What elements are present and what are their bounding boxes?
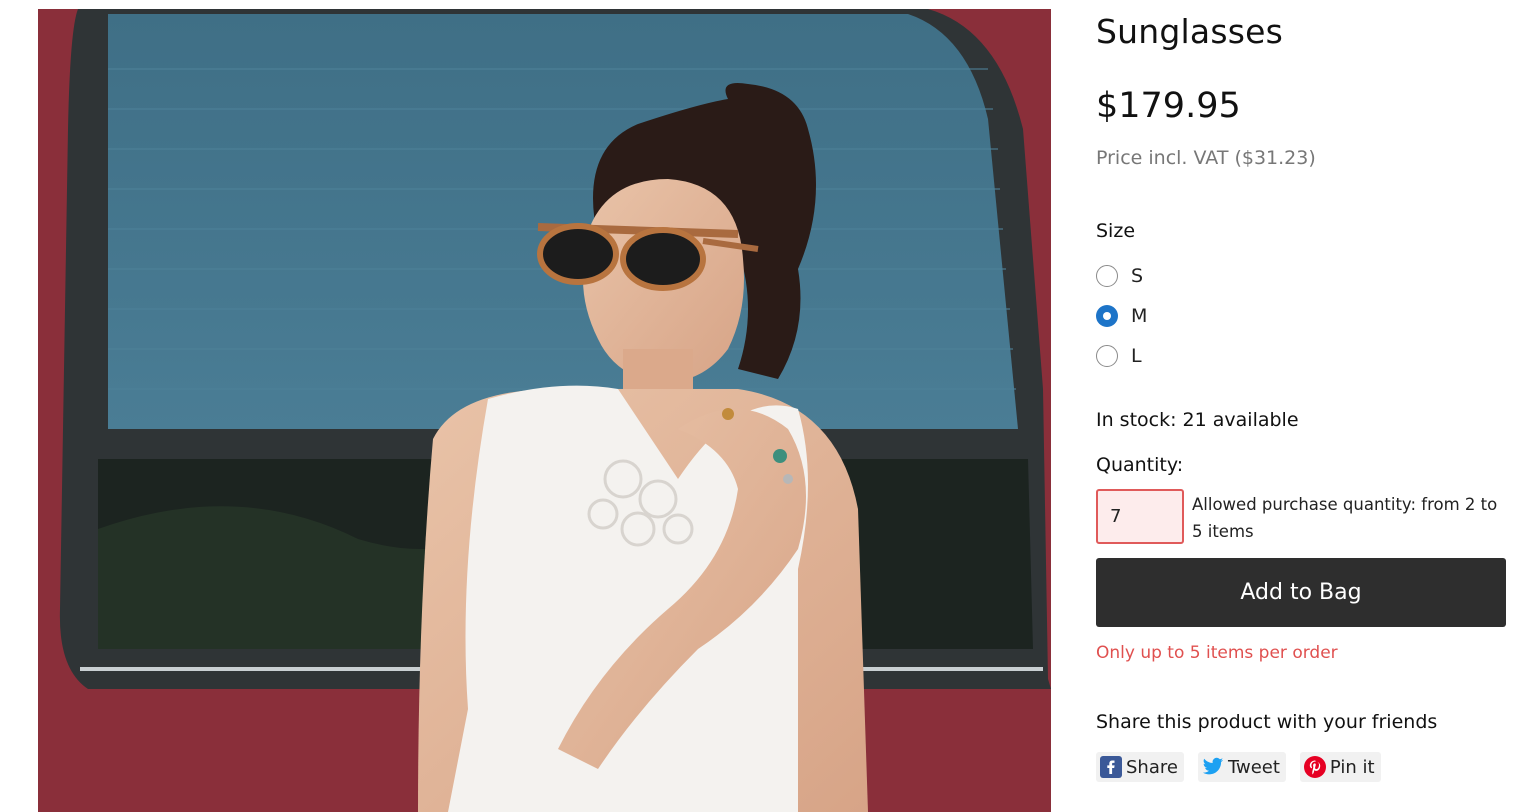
share-twitter-label: Tweet — [1227, 756, 1280, 778]
size-option-s[interactable]: S — [1096, 256, 1147, 296]
twitter-icon — [1202, 756, 1224, 778]
size-option-label: S — [1131, 265, 1144, 287]
size-option-label: L — [1131, 345, 1142, 367]
product-image[interactable] — [38, 9, 1051, 812]
product-photo-illustration — [38, 9, 1051, 812]
product-page: Sunglasses $179.95 Price incl. VAT ($31.… — [0, 0, 1540, 812]
size-radio-m[interactable] — [1096, 305, 1118, 327]
size-radio-l[interactable] — [1096, 345, 1118, 367]
share-pinterest-button[interactable]: Pin it — [1299, 752, 1381, 782]
size-options: S M L — [1096, 256, 1147, 376]
size-option-m[interactable]: M — [1096, 296, 1147, 336]
facebook-icon — [1100, 756, 1122, 778]
product-title: Sunglasses — [1096, 12, 1283, 51]
pinterest-icon — [1303, 756, 1326, 778]
share-pinterest-label: Pin it — [1329, 756, 1375, 778]
vat-note: Price incl. VAT ($31.23) — [1096, 147, 1316, 169]
share-facebook-button[interactable]: Share — [1096, 752, 1184, 782]
size-option-l[interactable]: L — [1096, 336, 1147, 376]
quantity-label: Quantity: — [1096, 454, 1184, 476]
share-twitter-button[interactable]: Tweet — [1197, 752, 1286, 782]
quantity-hint: Allowed purchase quantity: from 2 to 5 i… — [1192, 495, 1498, 541]
size-label: Size — [1096, 220, 1136, 242]
share-title: Share this product with your friends — [1096, 711, 1438, 733]
size-option-label: M — [1131, 305, 1148, 327]
quantity-input[interactable] — [1096, 489, 1184, 544]
add-to-bag-button[interactable]: Add to Bag — [1096, 558, 1506, 627]
size-radio-s[interactable] — [1096, 265, 1118, 287]
share-facebook-label: Share — [1126, 756, 1178, 778]
quantity-error-message: Only up to 5 items per order — [1096, 643, 1338, 663]
share-buttons: Share Tweet Pin it — [1096, 752, 1381, 782]
stock-status: In stock: 21 available — [1096, 409, 1299, 431]
product-price: $179.95 — [1096, 86, 1241, 126]
